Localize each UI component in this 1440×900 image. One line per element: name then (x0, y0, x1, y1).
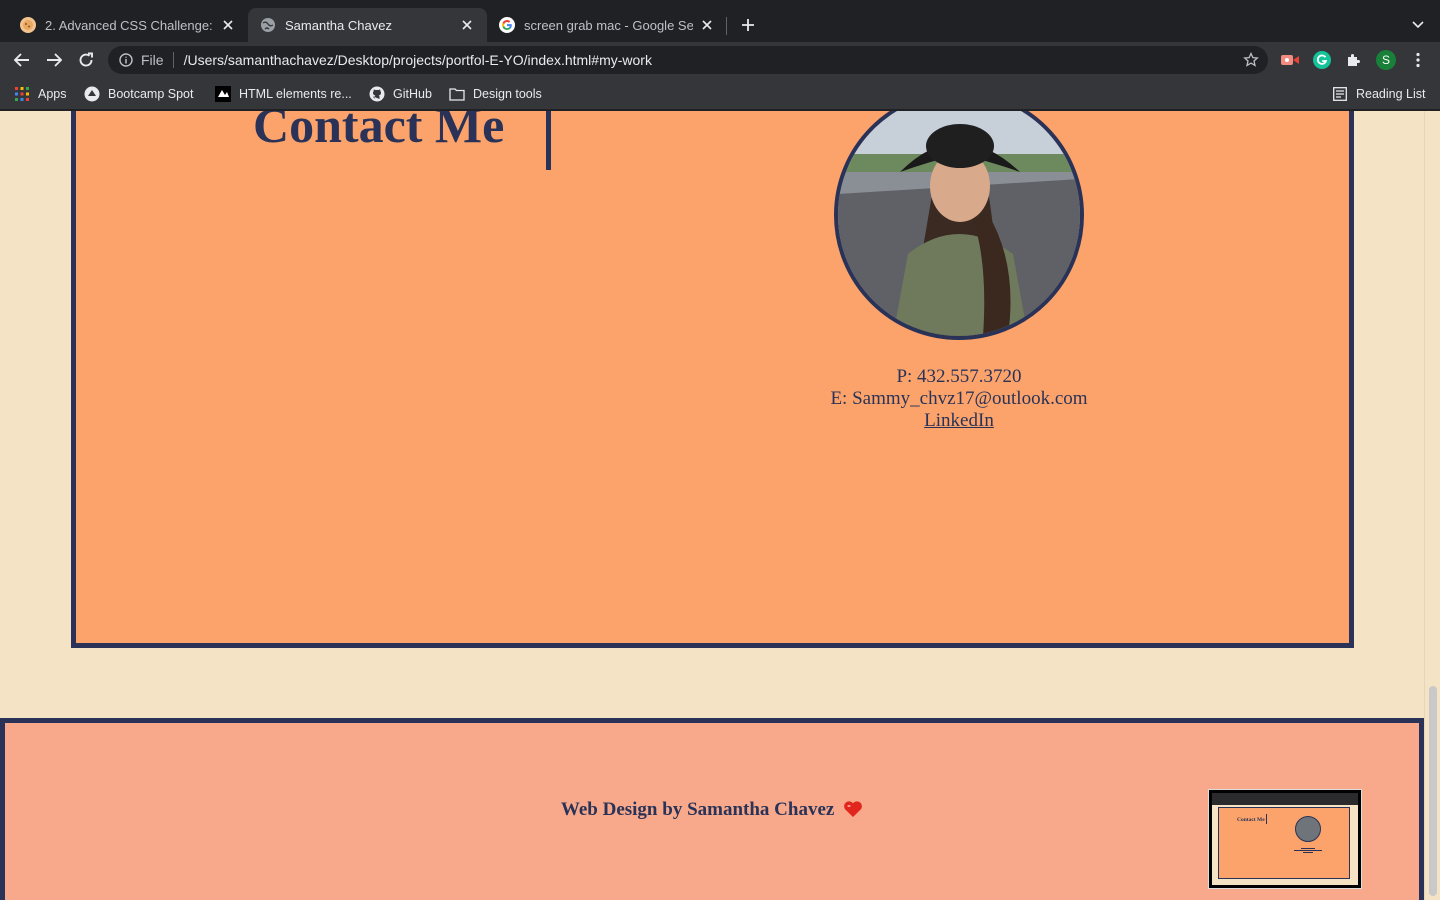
mdn-icon (215, 86, 231, 102)
footer-credit-text: Web Design by Samantha Chavez (560, 799, 835, 820)
github-icon (369, 86, 385, 102)
cookie-icon (20, 17, 36, 33)
thumbnail-avatar (1295, 816, 1321, 842)
bootcamp-icon (84, 86, 100, 102)
bookmark-label: Bootcamp Spot (108, 87, 194, 101)
bookmark-label: Design tools (473, 87, 542, 101)
heading-divider (546, 111, 551, 170)
profile-avatar[interactable]: S (1376, 50, 1396, 70)
tab-samantha-chavez[interactable]: Samantha Chavez (248, 8, 487, 42)
browser-toolbar: File /Users/samanthachavez/Desktop/proje… (0, 42, 1440, 78)
tab-separator (726, 17, 727, 35)
contact-heading: Contact Me (253, 111, 505, 153)
reading-list-button[interactable]: Reading List (1332, 85, 1426, 103)
close-icon[interactable] (459, 17, 475, 33)
thumbnail-divider (1266, 814, 1267, 824)
star-icon[interactable] (1242, 51, 1260, 69)
heart-icon (843, 800, 863, 824)
contact-section: Contact Me P: 432.557.3720 E: Sammy_chvz… (71, 111, 1354, 648)
bookmark-label: GitHub (393, 87, 432, 101)
bookmark-design-tools[interactable]: Design tools (449, 85, 542, 103)
bookmark-label: Apps (38, 87, 67, 101)
tab-google-search[interactable]: screen grab mac - Google Sear (487, 8, 727, 42)
email-text: E: Sammy_chvz17@outlook.com (830, 388, 1088, 409)
file-scheme-label: File (141, 52, 164, 68)
reload-icon[interactable] (74, 48, 98, 72)
thumbnail-contact-lines (1291, 847, 1325, 855)
back-arrow-icon[interactable] (10, 48, 34, 72)
phone-text: P: 432.557.3720 (896, 366, 1022, 387)
new-tab-icon[interactable] (738, 15, 758, 35)
forward-arrow-icon[interactable] (42, 48, 66, 72)
profile-photo (834, 111, 1084, 340)
tab-advanced-css[interactable]: 2. Advanced CSS Challenge: Pr (8, 8, 248, 42)
bookmark-github[interactable]: GitHub (369, 85, 432, 103)
contact-info: P: 432.557.3720 E: Sammy_chvz17@outlook.… (756, 366, 1162, 432)
more-menu-icon[interactable] (1408, 50, 1428, 70)
extensions-puzzle-icon[interactable] (1344, 50, 1364, 70)
reading-list-label: Reading List (1356, 87, 1426, 101)
tab-strip: 2. Advanced CSS Challenge: Pr Samantha C… (0, 0, 1440, 42)
screenshot-preview-thumbnail[interactable]: Contact Me (1209, 790, 1361, 888)
apps-grid-icon (14, 86, 30, 102)
thumbnail-contact-section: Contact Me (1218, 807, 1350, 879)
scrollbar-thumb[interactable] (1429, 686, 1437, 896)
reading-list-icon (1332, 86, 1348, 102)
tab-title: screen grab mac - Google Sear (524, 17, 693, 33)
profile-initial: S (1376, 50, 1396, 70)
url-text[interactable]: /Users/samanthachavez/Desktop/projects/p… (184, 52, 652, 68)
screen-record-extension-icon[interactable] (1280, 50, 1300, 70)
page-scrollbar[interactable] (1424, 111, 1440, 900)
address-bar[interactable]: File /Users/samanthachavez/Desktop/proje… (108, 46, 1268, 74)
bookmarks-bar: Apps Bootcamp Spot HTML elements re... G… (0, 78, 1440, 110)
thumbnail-heading: Contact Me (1237, 817, 1265, 823)
globe-icon (260, 17, 276, 33)
omnibox-divider (172, 52, 174, 68)
bookmark-label: HTML elements re... (239, 87, 352, 101)
page-viewport: Contact Me P: 432.557.3720 E: Sammy_chvz… (0, 111, 1440, 900)
footer-credit: Web Design by Samantha Chavez (5, 799, 1419, 824)
thumbnail-page: Contact Me (1212, 805, 1358, 885)
linkedin-link[interactable]: LinkedIn (924, 410, 994, 431)
info-icon[interactable] (118, 52, 134, 68)
close-icon[interactable] (220, 17, 236, 33)
tab-title: 2. Advanced CSS Challenge: Pr (45, 17, 214, 33)
bookmark-bootcamp-spot[interactable]: Bootcamp Spot (84, 85, 193, 103)
bookmark-apps[interactable]: Apps (14, 85, 67, 103)
chevron-down-icon[interactable] (1408, 15, 1428, 35)
bookmark-html-elements[interactable]: HTML elements re... (215, 85, 352, 103)
tab-title: Samantha Chavez (285, 17, 392, 33)
grammarly-icon[interactable] (1312, 50, 1332, 70)
folder-icon (449, 86, 465, 102)
close-icon[interactable] (699, 17, 715, 33)
google-icon (499, 17, 515, 33)
thumbnail-browser-bar (1212, 793, 1358, 805)
